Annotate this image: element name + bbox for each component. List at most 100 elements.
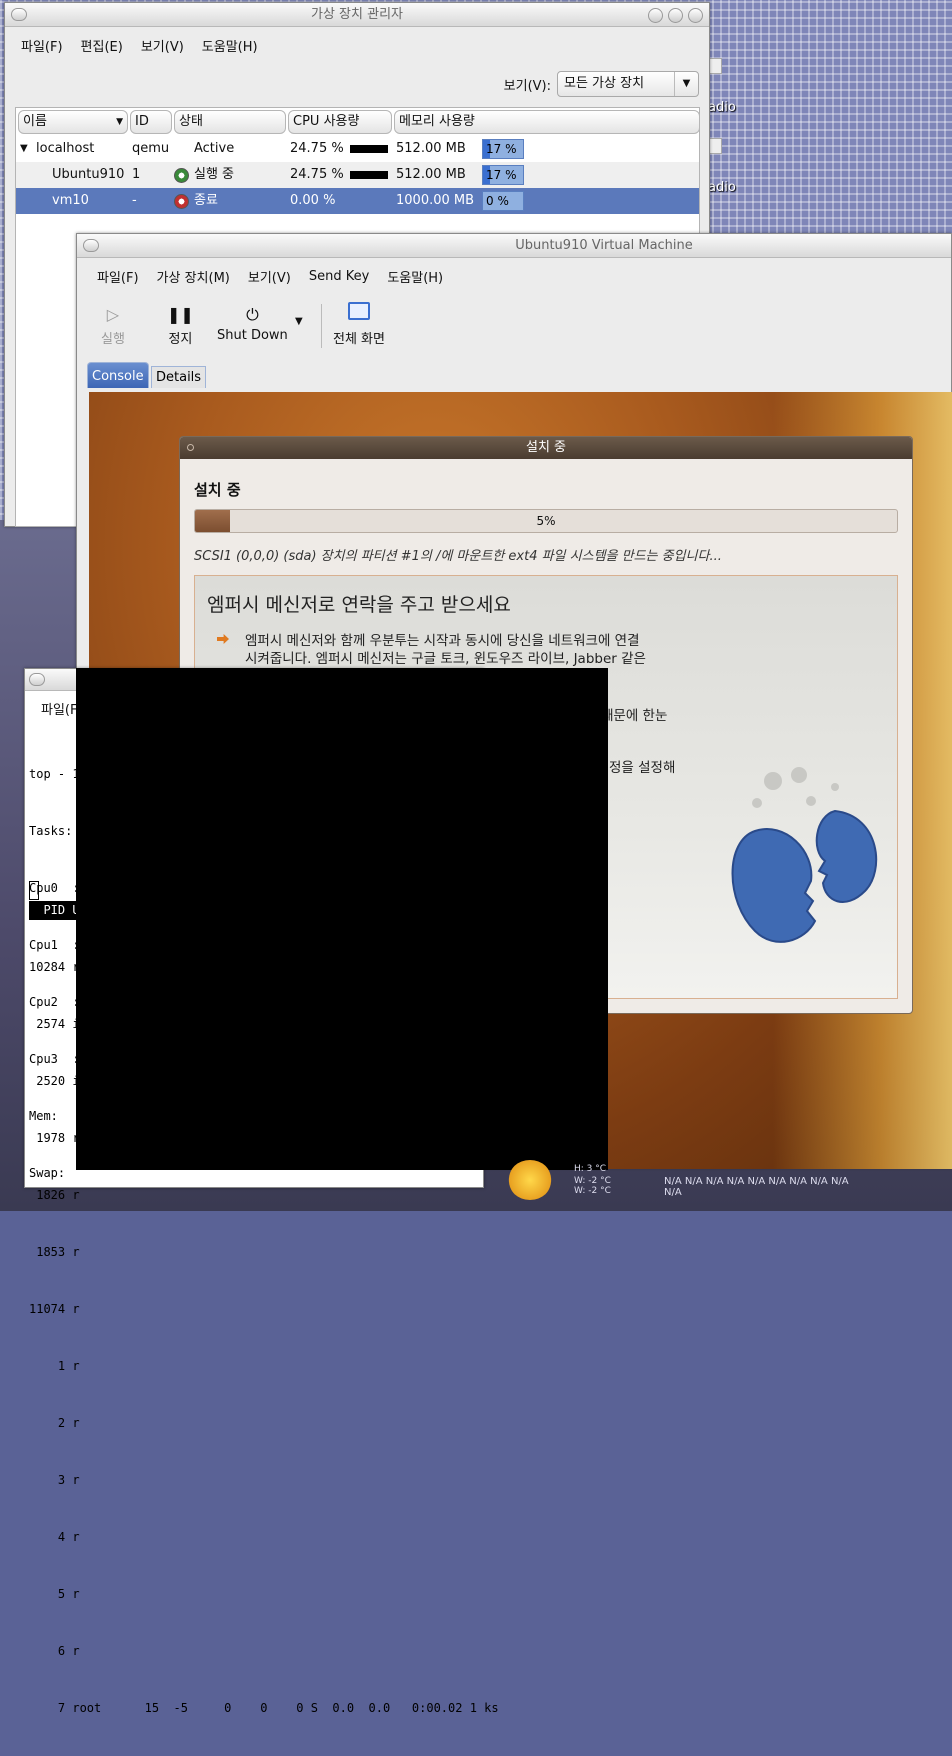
vm-memory: 1000.00 MB — [396, 193, 475, 208]
vm-name: Ubuntu910 — [52, 167, 125, 182]
installer-close-icon[interactable] — [187, 444, 194, 451]
vm-row-ubuntu910[interactable]: Ubuntu910 1 실행 중 24.75 % 512.00 MB 17 % — [16, 162, 699, 188]
process-row: 3 r — [29, 1473, 80, 1487]
term-line: Tasks: — [29, 824, 73, 838]
view-filter-combo[interactable]: 모든 가상 장치 ▼ — [557, 71, 699, 97]
process-row: 5 r — [29, 1587, 80, 1601]
empathy-logo-icon — [731, 767, 878, 943]
process-row: 1853 r — [29, 1245, 80, 1259]
run-button[interactable]: ▷ 실행 — [101, 302, 125, 347]
column-name[interactable]: 이름 ▼ — [18, 110, 128, 134]
menu-view[interactable]: 보기(V) — [246, 265, 293, 288]
vm-state: Active — [194, 141, 235, 156]
running-icon — [174, 168, 189, 183]
column-cpu-label: CPU 사용량 — [293, 114, 360, 129]
installer-title: 설치 중 — [525, 440, 566, 455]
weather-line: W: -2 °C — [574, 1176, 611, 1186]
tab-details[interactable]: Details — [151, 366, 207, 388]
memory-usage-label: 0 % — [486, 194, 509, 208]
view-filter-value: 모든 가상 장치 — [564, 76, 645, 91]
toolbar-separator — [321, 304, 322, 348]
menu-file[interactable]: 파일(F) — [95, 265, 141, 288]
arrow-right-icon — [217, 634, 229, 644]
window-menu-button[interactable] — [29, 673, 45, 686]
minimize-button[interactable] — [648, 8, 663, 23]
column-state-label: 상태 — [179, 114, 203, 129]
tab-console[interactable]: Console — [87, 362, 149, 388]
fullscreen-label: 전체 화면 — [333, 332, 385, 347]
terminal-menu-file[interactable]: 파일(F — [41, 699, 77, 718]
weather-line: H: 3 °C — [574, 1164, 607, 1174]
memory-usage-bar: 17 % — [482, 139, 524, 159]
vm-name: localhost — [36, 141, 95, 156]
vm-titlebar[interactable]: Ubuntu910 Virtual Machine — [77, 234, 951, 258]
shutoff-icon — [174, 194, 189, 209]
column-state[interactable]: 상태 — [174, 110, 286, 134]
process-row: 1 r — [29, 1359, 80, 1373]
vm-memory: 512.00 MB — [396, 167, 466, 182]
maximize-button[interactable] — [668, 8, 683, 23]
slide-paragraph: 엠퍼시 메신저와 함께 우분투는 시작과 동시에 당신을 네트워크에 연결 시켜… — [245, 632, 695, 668]
installer-heading: 설치 중 — [194, 481, 241, 499]
vm-id: qemu — [132, 141, 170, 156]
menu-view[interactable]: 보기(V) — [139, 34, 186, 57]
shutdown-button[interactable]: ⏻ Shut Down — [217, 302, 288, 343]
vm-name: vm10 — [52, 193, 89, 208]
install-status-text: SCSI1 (0,0,0) (sda) 장치의 파티션 #1의 /에 마운트한 … — [194, 549, 722, 564]
vm-cpu: 24.75 % — [290, 167, 344, 182]
vm-cpu: 0.00 % — [290, 193, 336, 208]
vm-cpu: 24.75 % — [290, 141, 344, 156]
slide-line-1: 엠퍼시 메신저와 함께 우분투는 시작과 동시에 당신을 네트워크에 연결 — [245, 633, 640, 649]
installer-titlebar: 설치 중 — [180, 437, 912, 459]
fullscreen-icon — [333, 302, 385, 328]
window-menu-button[interactable] — [83, 239, 99, 252]
pause-button[interactable]: ❚❚ 정지 — [167, 302, 194, 347]
window-menu-button[interactable] — [11, 8, 27, 21]
column-cpu[interactable]: CPU 사용량 — [288, 110, 392, 134]
vm-menubar: 파일(F) 가상 장치(M) 보기(V) Send Key 도움말(H) — [77, 262, 951, 290]
view-filter: 보기(V): 모든 가상 장치 ▼ — [504, 71, 699, 97]
install-progress-bar: 5% — [194, 509, 898, 533]
menu-file[interactable]: 파일(F) — [19, 34, 65, 57]
menu-edit[interactable]: 편집(E) — [79, 34, 125, 57]
process-row: 6 r — [29, 1644, 80, 1658]
shutdown-menu-arrow[interactable]: ▼ — [295, 316, 303, 327]
chevron-down-icon[interactable]: ▼ — [674, 72, 698, 96]
memory-usage-bar: 17 % — [482, 165, 524, 185]
column-memory[interactable]: 메모리 사용량 — [394, 110, 700, 134]
close-button[interactable] — [688, 8, 703, 23]
menu-help[interactable]: 도움말(H) — [200, 34, 260, 57]
desktop-icon-label[interactable]: adio — [708, 180, 736, 195]
view-filter-label: 보기(V): — [503, 78, 551, 94]
cpu-usage-graph — [350, 145, 388, 153]
process-row: 1826 r — [29, 1188, 80, 1202]
slide-fragment: 때문에 한눈 — [601, 708, 668, 724]
pause-icon: ❚❚ — [167, 305, 194, 324]
play-icon: ▷ — [106, 305, 120, 324]
column-id[interactable]: ID — [130, 110, 172, 134]
memory-usage-label: 17 % — [486, 168, 517, 182]
vmm-title: 가상 장치 관리자 — [311, 7, 403, 22]
column-memory-label: 메모리 사용량 — [399, 114, 475, 129]
install-progress-label: 5% — [536, 514, 556, 528]
vm-row-localhost[interactable]: ▼ localhost qemu Active 24.75 % 512.00 M… — [16, 136, 699, 162]
pause-label: 정지 — [168, 332, 193, 347]
slide-title: 엠퍼시 메신저로 연락을 주고 받으세요 — [207, 594, 511, 616]
menu-send-key[interactable]: Send Key — [307, 267, 371, 286]
weather-line: W: -2 °C — [574, 1186, 611, 1196]
chevron-down-icon: ▼ — [116, 117, 123, 127]
vmm-titlebar[interactable]: 가상 장치 관리자 — [5, 3, 709, 27]
expander-icon[interactable]: ▼ — [20, 136, 28, 162]
fullscreen-button[interactable]: 전체 화면 — [333, 302, 385, 347]
vmm-menubar: 파일(F) 편집(E) 보기(V) 도움말(H) — [5, 31, 709, 59]
process-row: 4 r — [29, 1530, 80, 1544]
vm-row-vm10[interactable]: vm10 - 종료 0.00 % 1000.00 MB 0 % — [16, 188, 699, 214]
menu-help[interactable]: 도움말(H) — [385, 265, 445, 288]
menu-virtual-machine[interactable]: 가상 장치(M) — [155, 265, 232, 288]
vm-id: - — [132, 193, 137, 208]
desktop-icon-label[interactable]: adio — [708, 100, 736, 115]
slide-fragment: 정을 설정해 — [609, 760, 676, 776]
vm-window-title: Ubuntu910 Virtual Machine — [515, 238, 693, 253]
vm-memory: 512.00 MB — [396, 141, 466, 156]
weather-applet[interactable]: H: 3 °C W: -2 °C W: -2 °C N/A N/A N/A N/… — [508, 1160, 858, 1208]
